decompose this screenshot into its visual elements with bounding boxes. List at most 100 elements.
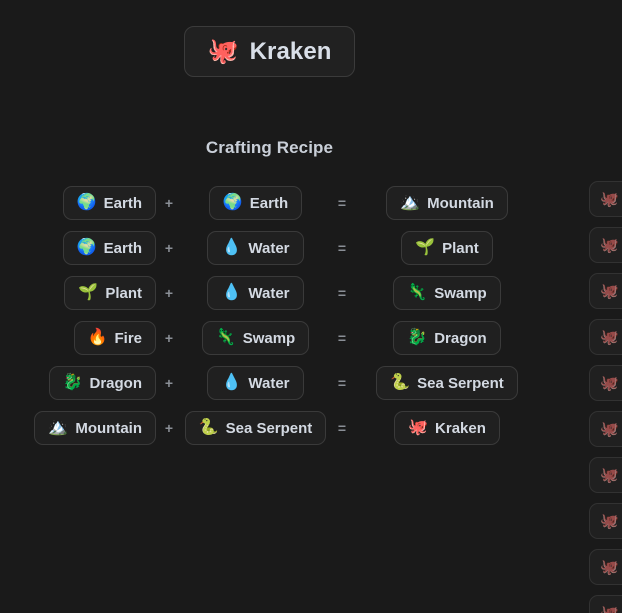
element-chip-input_a[interactable]: 🏔️ Mountain (34, 411, 156, 445)
element-chip-label: Earth (249, 194, 289, 212)
recipe-result-cell: 🐍 Sea Serpent (355, 366, 539, 400)
recipe-input-b-cell: 🐍 Sea Serpent (182, 411, 329, 445)
element-chip-input_b[interactable]: 🌍 Earth (208, 186, 303, 220)
recipe-input-b-cell: 🦎 Swamp (182, 321, 329, 355)
equals-operator: = (337, 330, 347, 346)
equals-operator: = (337, 195, 347, 211)
seedling-emoji: 🌱 (78, 284, 99, 301)
lizard-emoji: 🦎 (407, 284, 428, 301)
recipe-input-a-cell: 🌍 Earth (0, 231, 156, 265)
element-chip-result[interactable]: 🏔️ Mountain (386, 186, 508, 220)
element-chip-label: Plant (442, 239, 479, 257)
element-chip-label: Plant (105, 284, 142, 302)
element-chip-input_b[interactable]: 🐍 Sea Serpent (184, 411, 327, 445)
page-title: Kraken (249, 37, 332, 65)
earth-globe-emoji: 🌍 (76, 194, 97, 211)
rail-item[interactable]: 🐙 (589, 549, 622, 585)
dragon-emoji: 🐉 (407, 329, 428, 346)
element-chip-input_a[interactable]: 🔥 Fire (73, 321, 156, 355)
water-drop-emoji: 💧 (221, 284, 242, 301)
element-chip-input_a[interactable]: 🌱 Plant (64, 276, 156, 310)
recipe-input-b-cell: 💧 Water (182, 366, 329, 400)
octopus-emoji: 🐙 (600, 604, 619, 613)
recipe-row: 🌍 Earth + 🌍 Earth = 🏔️ Mountain (0, 186, 539, 220)
recipe-row: 🏔️ Mountain + 🐍 Sea Serpent = 🐙 Kraken (0, 411, 539, 445)
octopus-emoji: 🐙 (600, 282, 619, 300)
rail-item[interactable]: 🐙 (589, 595, 622, 613)
recipe-input-a-cell: 🌱 Plant (0, 276, 156, 310)
element-chip-label: Water (248, 284, 290, 302)
element-chip-label: Mountain (75, 419, 142, 437)
rail-item[interactable]: 🐙 (589, 319, 622, 355)
octopus-icon: 🐙 (207, 37, 239, 65)
plus-operator: + (164, 330, 174, 346)
recipe-input-a-cell: 🏔️ Mountain (0, 411, 156, 445)
element-chip-input_a[interactable]: 🌍 Earth (62, 186, 156, 220)
earth-globe-emoji: 🌍 (222, 194, 243, 211)
plus-operator: + (164, 285, 174, 301)
element-chip-result[interactable]: 🦎 Swamp (393, 276, 501, 310)
rail-item[interactable]: 🐙 (589, 503, 622, 539)
octopus-emoji: 🐙 (408, 419, 429, 436)
element-chip-result[interactable]: 🐍 Sea Serpent (376, 366, 518, 400)
octopus-emoji: 🐙 (600, 420, 619, 438)
rail-item[interactable]: 🐙 (589, 181, 622, 217)
octopus-emoji: 🐙 (600, 236, 619, 254)
element-chip-input_a[interactable]: 🌍 Earth (62, 231, 156, 265)
section-title: Crafting Recipe (205, 138, 334, 157)
element-chip-label: Swamp (242, 329, 296, 347)
plus-operator: + (164, 420, 174, 436)
app-root: 🐙 Kraken Crafting Recipe 🌍 Earth + 🌍 Earth = 🏔… (0, 0, 622, 613)
plus-operator: + (164, 240, 174, 256)
equals-operator: = (337, 375, 347, 391)
recipe-result-cell: 🌱 Plant (355, 231, 539, 265)
equals-operator: = (337, 285, 347, 301)
element-chip-result[interactable]: 🐙 Kraken (394, 411, 500, 445)
rail-item[interactable]: 🐙 (589, 273, 622, 309)
element-chip-result[interactable]: 🌱 Plant (401, 231, 493, 265)
page-title-container: 🐙 Kraken (0, 26, 539, 77)
recipe-list: 🌍 Earth + 🌍 Earth = 🏔️ Mountain 🌍 Earth + 💧 Water = 🌱 P… (0, 186, 539, 456)
recipe-result-cell: 🐙 Kraken (355, 411, 539, 445)
recipe-result-cell: 🏔️ Mountain (355, 186, 539, 220)
element-chip-label: Swamp (434, 284, 487, 302)
element-chip-result[interactable]: 🐉 Dragon (393, 321, 501, 355)
rail-item[interactable]: 🐙 (589, 365, 622, 401)
page-title-chip[interactable]: 🐙 Kraken (184, 26, 355, 77)
recipe-row: 🐉 Dragon + 💧 Water = 🐍 Sea Serpent (0, 366, 539, 400)
snake-emoji: 🐍 (390, 374, 411, 391)
element-chip-label: Dragon (434, 329, 487, 347)
equals-operator: = (337, 240, 347, 256)
element-chip-input_b[interactable]: 🦎 Swamp (201, 321, 310, 355)
recipe-result-cell: 🦎 Swamp (355, 276, 539, 310)
element-chip-input_b[interactable]: 💧 Water (207, 231, 304, 265)
fire-emoji: 🔥 (87, 329, 108, 346)
octopus-emoji: 🐙 (600, 512, 619, 530)
element-chip-label: Sea Serpent (417, 374, 504, 392)
mountain-emoji: 🏔️ (48, 419, 69, 436)
rail-item[interactable]: 🐙 (589, 457, 622, 493)
lizard-emoji: 🦎 (215, 329, 236, 346)
element-chip-label: Fire (114, 329, 142, 347)
element-chip-label: Earth (103, 194, 142, 212)
mountain-emoji: 🏔️ (400, 194, 421, 211)
seedling-emoji: 🌱 (415, 239, 436, 256)
water-drop-emoji: 💧 (221, 374, 242, 391)
octopus-emoji: 🐙 (600, 466, 619, 484)
recipe-input-b-cell: 💧 Water (182, 231, 329, 265)
plus-operator: + (164, 195, 174, 211)
rail-item[interactable]: 🐙 (589, 227, 622, 263)
element-chip-label: Sea Serpent (225, 419, 313, 437)
element-chip-input_b[interactable]: 💧 Water (207, 366, 304, 400)
element-chip-input_a[interactable]: 🐉 Dragon (48, 366, 156, 400)
element-chip-label: Earth (103, 239, 142, 257)
recipe-input-a-cell: 🌍 Earth (0, 186, 156, 220)
octopus-emoji: 🐙 (600, 190, 619, 208)
octopus-emoji: 🐙 (600, 374, 619, 392)
octopus-emoji: 🐙 (600, 328, 619, 346)
element-chip-input_b[interactable]: 💧 Water (207, 276, 304, 310)
rail-item[interactable]: 🐙 (589, 411, 622, 447)
element-chip-label: Water (248, 374, 290, 392)
recipe-input-b-cell: 💧 Water (182, 276, 329, 310)
recipe-row: 🌱 Plant + 💧 Water = 🦎 Swamp (0, 276, 539, 310)
